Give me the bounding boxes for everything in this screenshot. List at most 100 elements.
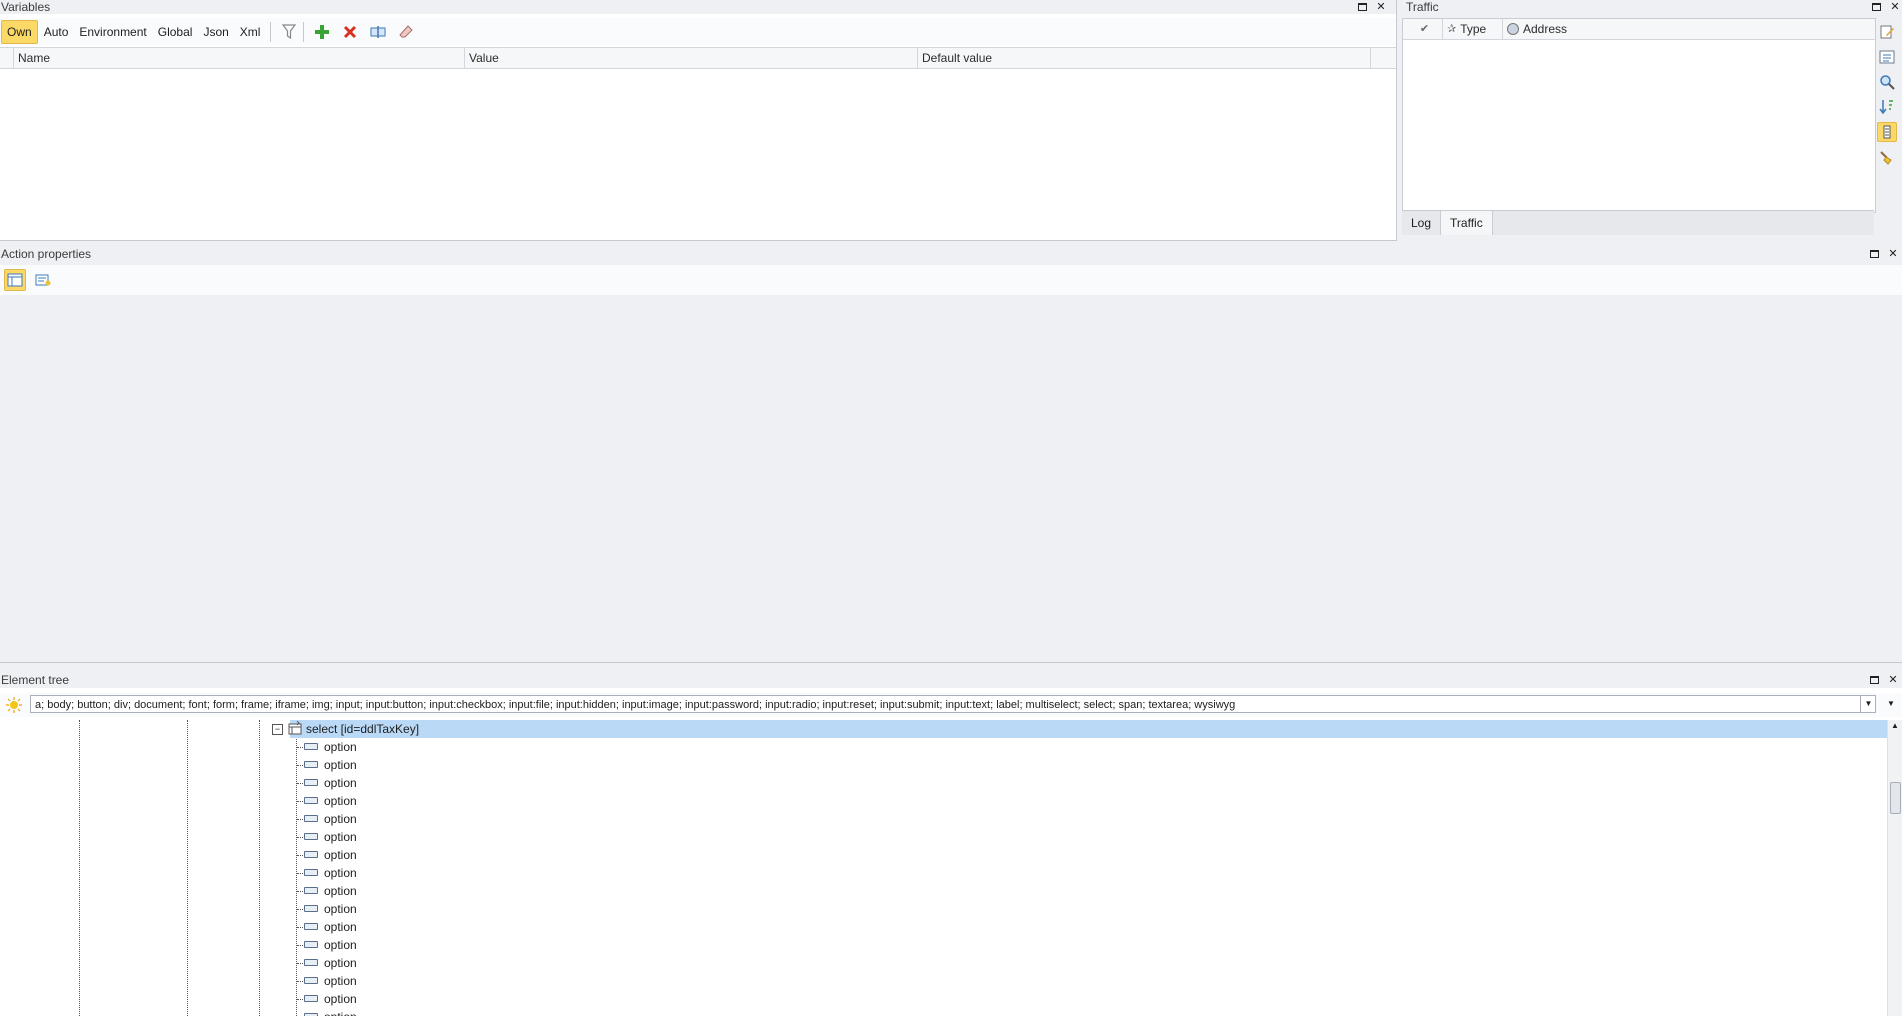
option-element-icon (304, 761, 318, 768)
tree-node-option[interactable]: option (0, 936, 1888, 954)
traffic-grid: ✔ ✰ Type Address (1402, 18, 1876, 213)
tree-node-label: option (324, 902, 357, 916)
column-header-default-value[interactable]: Default value (918, 48, 1371, 68)
clear-brush-icon[interactable] (1877, 147, 1897, 167)
scroll-lock-icon[interactable] (1877, 122, 1897, 142)
tree-node-selected[interactable]: − select [id=ddlTaxKey] (272, 720, 1888, 738)
tree-node-label: option (324, 884, 357, 898)
tree-node-label: option (324, 812, 357, 826)
panel-title: Traffic (1402, 0, 1902, 14)
tree-node-label: option (324, 974, 357, 988)
tree-node-label: option (324, 758, 357, 772)
tree-scrollbar[interactable]: ▲ (1887, 720, 1902, 1016)
tab-auto[interactable]: Auto (39, 20, 74, 44)
tree-node-label: option (324, 794, 357, 808)
option-element-icon (304, 923, 318, 930)
tree-node-label: option (324, 1009, 357, 1016)
tree-node-option[interactable]: option (0, 900, 1888, 918)
sort-icon[interactable] (1877, 97, 1897, 117)
tree-node-option[interactable]: option (0, 810, 1888, 828)
chevron-down-icon[interactable]: ▼ (1884, 695, 1898, 713)
tree-node-option[interactable]: option (0, 990, 1888, 1008)
option-element-icon (304, 977, 318, 984)
tree-node-option[interactable]: option (0, 774, 1888, 792)
maximize-icon[interactable] (1358, 2, 1368, 12)
option-element-icon (304, 779, 318, 786)
globe-icon (1507, 23, 1519, 35)
tab-environment[interactable]: Environment (74, 20, 151, 44)
sun-icon[interactable] (6, 697, 22, 713)
chevron-up-icon[interactable]: ▲ (1888, 720, 1902, 732)
column-header-spacer (1371, 48, 1396, 68)
select-element-icon (288, 720, 302, 735)
tree-node-option[interactable]: option (0, 738, 1888, 756)
maximize-icon[interactable] (1872, 2, 1882, 12)
action-properties-panel: Action properties ✕ (0, 247, 1902, 663)
element-filter-bar: a; body; button; div; document; font; fo… (0, 693, 1902, 717)
option-element-icon (304, 743, 318, 750)
tree-node-option[interactable]: option (0, 864, 1888, 882)
delete-icon[interactable] (340, 22, 360, 42)
column-header-type[interactable]: ✰ Type (1443, 19, 1503, 39)
tree-node-option[interactable]: option (0, 972, 1888, 990)
tree-node-option[interactable]: option (0, 756, 1888, 774)
tree-node-option[interactable]: option (0, 828, 1888, 846)
tab-log[interactable]: Log (1402, 211, 1442, 235)
column-header-address[interactable]: Address (1503, 19, 1875, 39)
tab-global[interactable]: Global (153, 20, 198, 44)
collapse-icon[interactable]: − (272, 724, 283, 735)
option-element-icon (304, 887, 318, 894)
add-icon[interactable] (312, 22, 332, 42)
tab-traffic[interactable]: Traffic (1441, 211, 1493, 235)
checkmark-icon: ✔ (1419, 23, 1430, 35)
list-view-icon[interactable] (1877, 47, 1897, 67)
column-header-check[interactable]: ✔ (1403, 19, 1443, 39)
column-header-type-label: Type (1460, 22, 1487, 36)
scrollbar-thumb[interactable] (1890, 782, 1901, 814)
traffic-bottom-tabs: Log Traffic (1402, 210, 1874, 235)
tree-node-label: option (324, 866, 357, 880)
tree-node-option[interactable]: option (0, 1008, 1888, 1016)
traffic-grid-header: ✔ ✰ Type Address (1403, 19, 1875, 40)
tree-node-label: option (324, 830, 357, 844)
tree-node-option[interactable]: option (0, 882, 1888, 900)
element-tree-view: − select [id=ddlTaxKey] option option opti… (0, 720, 1888, 1016)
tab-own[interactable]: Own (1, 19, 38, 44)
option-element-icon (304, 851, 318, 858)
variables-toolbar: Own Auto Environment Global Json Xml (0, 18, 1396, 45)
filter-icon[interactable] (279, 22, 299, 42)
column-header-name[interactable]: Name (14, 48, 465, 68)
panel-title: Element tree (0, 672, 1902, 688)
tree-node-option[interactable]: option (0, 954, 1888, 972)
close-icon[interactable]: ✕ (1888, 249, 1898, 260)
maximize-icon[interactable] (1870, 675, 1880, 685)
column-header-value[interactable]: Value (465, 48, 918, 68)
properties-icon[interactable] (32, 269, 54, 291)
element-types-input[interactable]: a; body; button; div; document; font; fo… (30, 695, 1876, 713)
tree-node-option[interactable]: option (0, 846, 1888, 864)
tree-node-label: option (324, 992, 357, 1006)
option-element-icon (304, 941, 318, 948)
maximize-icon[interactable] (1870, 249, 1880, 259)
panel-title: Action properties (0, 247, 1902, 261)
tree-node-label: select [id=ddlTaxKey] (306, 722, 420, 736)
close-icon[interactable]: ✕ (1888, 675, 1898, 686)
tree-node-label: option (324, 956, 357, 970)
tab-xml[interactable]: Xml (235, 20, 266, 44)
edit-document-icon[interactable] (1877, 22, 1897, 42)
eraser-icon[interactable] (396, 22, 416, 42)
chevron-down-icon[interactable]: ▼ (1860, 695, 1876, 713)
tree-node-option[interactable]: option (0, 792, 1888, 810)
tree-node-option[interactable]: option (0, 918, 1888, 936)
pin-icon: ✰ (1447, 23, 1457, 35)
element-tree-panel: Element tree ✕ a; body; button; div; doc… (0, 672, 1902, 1016)
variables-grid-header: Name Value Default value (0, 47, 1396, 69)
close-icon[interactable]: ✕ (1376, 2, 1386, 13)
option-element-icon (304, 995, 318, 1002)
tab-json[interactable]: Json (198, 20, 233, 44)
toolbar-separator (270, 21, 272, 42)
rename-icon[interactable] (368, 22, 388, 42)
search-icon[interactable] (1877, 72, 1897, 92)
grid-view-icon[interactable] (4, 269, 26, 291)
close-icon[interactable]: ✕ (1890, 2, 1900, 13)
